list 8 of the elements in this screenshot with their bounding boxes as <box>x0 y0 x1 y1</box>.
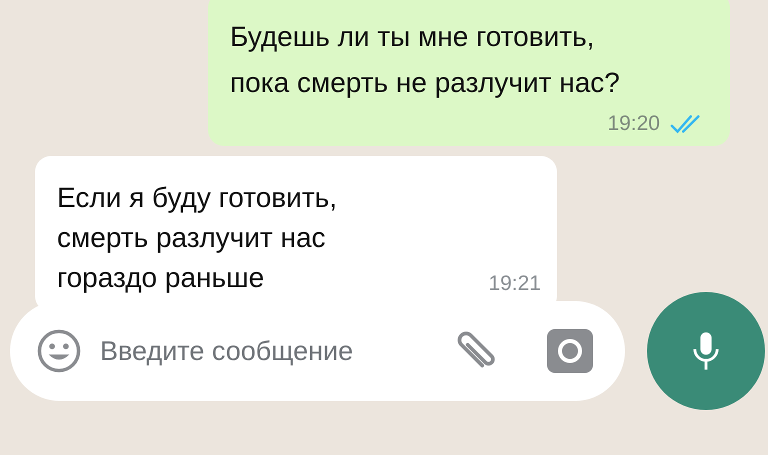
message-text: Если я буду готовить, смерть разлучит нас гораздо раньше <box>57 181 338 295</box>
camera-icon[interactable] <box>547 329 593 373</box>
message-text: Будешь ли ты мне готовить, пока смерть не разлучит нас? <box>230 20 621 100</box>
message-input[interactable]: Введите сообщение <box>98 334 435 368</box>
microphone-icon <box>692 330 720 372</box>
message-time: 19:20 <box>607 112 660 136</box>
smiley-icon[interactable] <box>36 328 82 374</box>
message-time: 19:21 <box>488 272 541 296</box>
